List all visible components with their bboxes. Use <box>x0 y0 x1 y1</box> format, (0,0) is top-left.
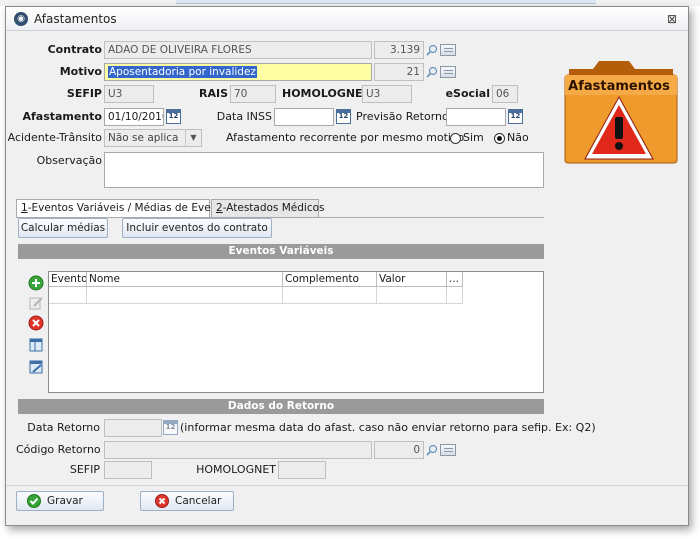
rais-label: RAIS <box>199 87 228 100</box>
calendar-icon[interactable]: 12 <box>163 420 178 435</box>
dados-retorno-header: Dados do Retorno <box>18 399 544 414</box>
observacao-label: Observação <box>36 154 102 167</box>
motivo-code-field[interactable]: 21 <box>374 63 424 81</box>
logo-text: Afastamentos <box>568 79 670 94</box>
rais-field[interactable]: 70 <box>230 85 276 103</box>
grid-cell[interactable] <box>377 287 447 304</box>
delete-icon[interactable] <box>28 315 44 331</box>
esocial-field[interactable]: 06 <box>492 85 518 103</box>
footer-separator <box>6 485 688 486</box>
add-icon[interactable] <box>28 275 44 291</box>
calcular-medias-button[interactable]: Calcular médias <box>18 218 108 238</box>
afastamento-date-field[interactable]: 01/10/2016 <box>104 108 164 126</box>
background-toolbar <box>176 0 596 4</box>
data-retorno-hint: (informar mesma data do afast. caso não … <box>180 421 596 434</box>
retorno-homolognet-label: HOMOLOGNET <box>196 463 276 476</box>
card-icon[interactable] <box>440 444 456 456</box>
motivo-label: Motivo <box>59 65 102 78</box>
homolognet-label: HOMOLOGNET <box>282 87 371 100</box>
motivo-value: Aposentadoria por invalidez <box>108 66 257 78</box>
grid-cell[interactable] <box>87 287 283 304</box>
cancelar-label: Cancelar <box>175 495 222 507</box>
radio-nao-label: Não <box>507 131 529 144</box>
retorno-homolognet-field[interactable] <box>278 461 326 479</box>
recorrente-label: Afastamento recorrente por mesmo motivo <box>226 131 465 144</box>
radio-nao-dot[interactable] <box>494 132 505 144</box>
radio-sim-dot[interactable] <box>450 132 461 144</box>
motivo-field[interactable]: Aposentadoria por invalidez <box>104 63 372 81</box>
eventos-variaveis-header: Eventos Variáveis <box>18 244 544 259</box>
chevron-down-icon[interactable]: ▼ <box>185 130 201 146</box>
card-icon[interactable] <box>440 66 456 78</box>
calendar-icon[interactable]: 12 <box>508 109 523 124</box>
incluir-eventos-button[interactable]: Incluir eventos do contrato <box>122 218 272 238</box>
columns-icon[interactable] <box>28 337 44 353</box>
contrato-field[interactable]: ADAO DE OLIVEIRA FLORES <box>104 41 372 59</box>
window-title: Afastamentos <box>34 12 117 26</box>
radio-sim[interactable]: Sim <box>450 129 484 147</box>
data-retorno-field[interactable] <box>104 419 162 437</box>
gravar-label: Gravar <box>47 495 83 507</box>
search-icon[interactable] <box>426 44 438 56</box>
tab-2-key: 2 <box>216 202 223 214</box>
acidente-transito-label: Acidente-Trânsito <box>7 131 102 144</box>
retorno-sefip-label: SEFIP <box>69 463 100 476</box>
col-complemento[interactable]: Complemento <box>283 272 377 287</box>
sefip-field[interactable]: U3 <box>104 85 154 103</box>
observacao-field[interactable] <box>104 152 544 188</box>
tab-eventos-variaveis[interactable]: 1-Eventos Variáveis / Médias de Eventos <box>16 199 233 218</box>
contrato-code-field[interactable]: 3.139 <box>374 41 424 59</box>
tab-1-label: -Eventos Variáveis / Médias de Eventos <box>27 202 234 214</box>
radio-sim-label: Sim <box>463 131 484 144</box>
data-inss-label: Data INSS <box>216 110 272 123</box>
homolognet-field[interactable]: U3 <box>362 85 412 103</box>
previsao-retorno-label: Previsão Retorno <box>356 110 449 123</box>
afastamentos-logo: Afastamentos <box>564 61 678 164</box>
col-evento[interactable]: Evento <box>49 272 87 287</box>
contrato-label: Contrato <box>47 43 102 56</box>
acidente-transito-select[interactable]: Não se aplica ▼ <box>104 129 202 147</box>
eventos-grid[interactable]: Evento Nome Complemento Valor ... <box>48 271 544 393</box>
edit-icon[interactable] <box>28 295 44 311</box>
calendar-icon[interactable]: 12 <box>336 109 351 124</box>
esocial-label: eSocial <box>445 87 490 100</box>
codigo-retorno-field[interactable] <box>104 441 372 459</box>
tab-atestados-medicos[interactable]: 2-Atestados Médicos <box>211 199 325 217</box>
codigo-retorno-code-field[interactable]: 0 <box>374 441 424 459</box>
col-nome[interactable]: Nome <box>87 272 283 287</box>
table-edit-icon[interactable] <box>28 359 44 375</box>
cancelar-button[interactable]: Cancelar <box>140 491 234 511</box>
retorno-sefip-field[interactable] <box>104 461 152 479</box>
title-bar: ◉ Afastamentos ⊠ <box>6 7 688 31</box>
calendar-icon[interactable]: 12 <box>166 109 181 124</box>
card-icon[interactable] <box>440 44 456 56</box>
afastamento-label: Afastamento <box>22 110 102 123</box>
data-retorno-label: Data Retorno <box>27 421 100 434</box>
radio-nao[interactable]: Não <box>494 129 529 147</box>
tab-1-key: 1 <box>21 202 28 214</box>
grid-cell[interactable] <box>49 287 87 304</box>
data-inss-field[interactable] <box>274 108 334 126</box>
acidente-transito-value: Não se aplica <box>108 132 179 144</box>
tab-2-label: -Atestados Médicos <box>222 202 325 214</box>
close-button[interactable]: ⊠ <box>664 11 680 27</box>
col-more[interactable]: ... <box>447 272 463 287</box>
app-icon: ◉ <box>14 12 28 26</box>
previsao-retorno-field[interactable] <box>446 108 506 126</box>
grid-cell[interactable] <box>447 287 463 304</box>
sefip-label: SEFIP <box>66 87 102 100</box>
cancel-icon <box>155 494 169 508</box>
search-icon[interactable] <box>426 444 438 456</box>
gravar-button[interactable]: Gravar <box>16 491 104 511</box>
col-valor[interactable]: Valor <box>377 272 447 287</box>
codigo-retorno-label: Código Retorno <box>16 443 101 456</box>
search-icon[interactable] <box>426 66 438 78</box>
afastamentos-dialog: ◉ Afastamentos ⊠ Contrato ADAO DE OLIVEI… <box>5 6 689 526</box>
grid-cell[interactable] <box>283 287 377 304</box>
check-icon <box>27 494 41 508</box>
